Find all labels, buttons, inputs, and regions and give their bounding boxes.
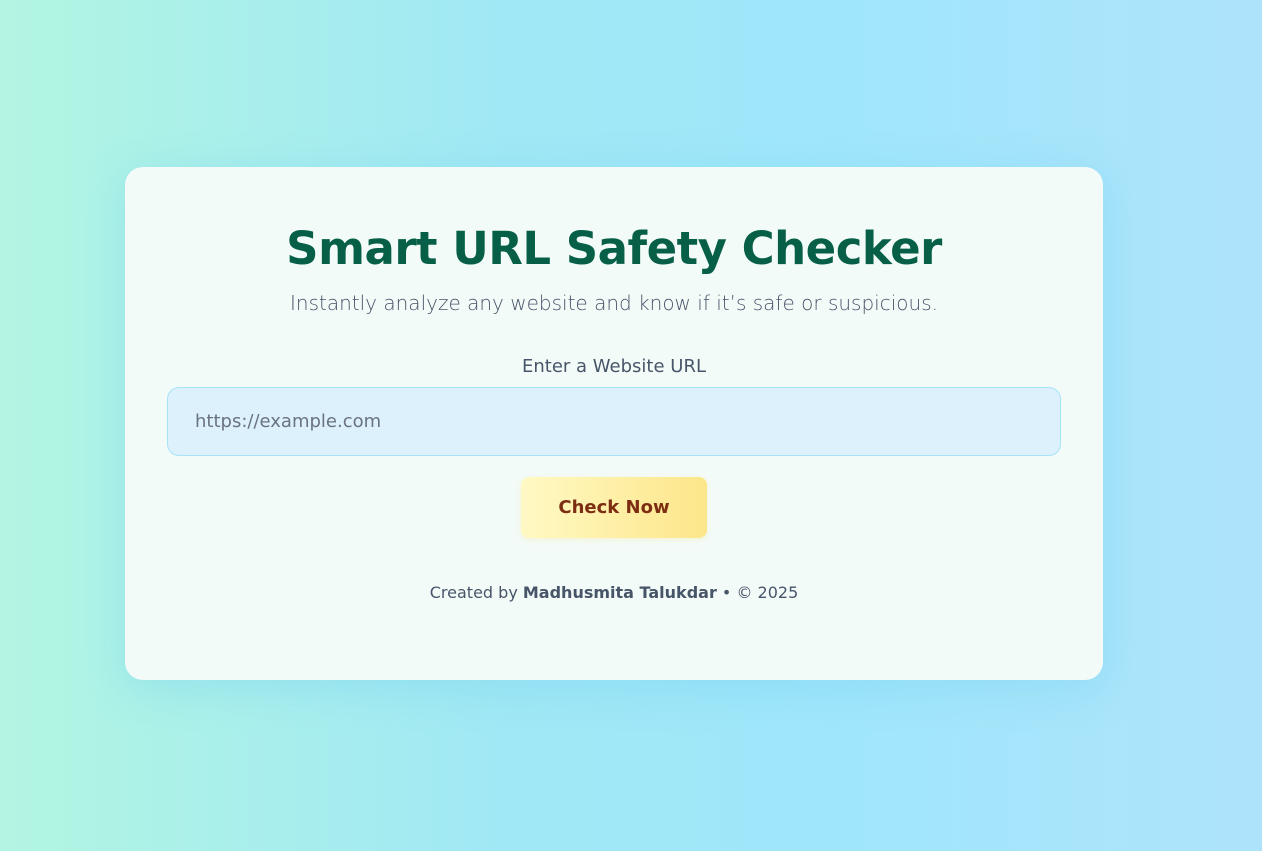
footer-prefix: Created by [429, 583, 518, 602]
check-now-button[interactable]: Check Now [521, 477, 707, 538]
url-input[interactable] [167, 387, 1061, 456]
page-title: Smart URL Safety Checker [286, 222, 942, 275]
footer-credit: Created by Madhusmita Talukdar • © 2025 [125, 581, 1103, 605]
page-subtitle: Instantly analyze any website and know i… [290, 291, 938, 315]
footer-suffix: • © 2025 [721, 583, 799, 602]
footer-author: Madhusmita Talukdar [522, 583, 717, 602]
checker-card: Smart URL Safety Checker Instantly analy… [125, 167, 1103, 680]
url-field-label: Enter a Website URL [522, 356, 706, 377]
